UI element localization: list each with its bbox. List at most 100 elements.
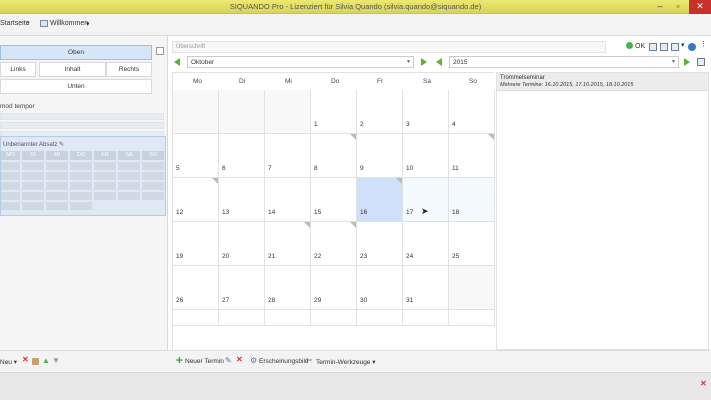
calendar-day-cell[interactable] — [173, 90, 219, 134]
prev-month-icon[interactable] — [174, 58, 180, 66]
layout-right-button[interactable]: Rechts — [106, 62, 152, 77]
calendar-day-cell[interactable] — [403, 310, 449, 326]
mini-day-cell[interactable] — [1, 192, 20, 200]
close-status-icon[interactable]: ✕ — [700, 379, 707, 388]
mini-day-cell[interactable] — [70, 202, 92, 210]
pencil-icon[interactable]: ✎ — [225, 356, 232, 365]
calendar-day-cell[interactable]: 3 — [403, 90, 449, 134]
mini-day-cell[interactable] — [1, 202, 20, 210]
calendar-day-cell[interactable]: 28 — [265, 266, 311, 310]
layout-top-button[interactable]: Oben — [0, 45, 152, 60]
paragraph-label[interactable]: mod tempor — [0, 103, 35, 110]
ok-button[interactable]: OK — [626, 42, 645, 50]
plus-icon[interactable]: ✚ — [176, 356, 183, 365]
calendar-day-cell[interactable]: 13 — [219, 178, 265, 222]
mini-day-cell[interactable] — [70, 172, 92, 180]
mini-day-cell[interactable] — [1, 162, 20, 170]
mini-day-cell[interactable] — [118, 162, 140, 170]
calendar-day-cell[interactable]: 26 — [173, 266, 219, 310]
calendar-day-cell[interactable] — [265, 310, 311, 326]
tools-icon[interactable]: ✂ — [306, 356, 313, 365]
move-down-icon[interactable]: ▼ — [52, 356, 60, 365]
mini-day-cell[interactable] — [46, 192, 68, 200]
calendar-day-cell[interactable]: 24 — [403, 222, 449, 266]
calendar-day-cell[interactable] — [311, 310, 357, 326]
calendar-day-cell[interactable]: 25 — [449, 222, 495, 266]
layout-left-button[interactable]: Links — [0, 62, 36, 77]
calendar-day-cell[interactable]: 20 — [219, 222, 265, 266]
tab-willkommen[interactable]: Willkommen — [50, 20, 88, 27]
calendar-day-cell[interactable] — [173, 310, 219, 326]
edit-icon[interactable] — [671, 43, 679, 51]
mini-day-cell[interactable] — [118, 172, 140, 180]
mini-day-cell[interactable] — [94, 162, 116, 170]
mini-day-cell[interactable] — [94, 172, 116, 180]
calendar-day-cell[interactable]: 19 — [173, 222, 219, 266]
mini-day-cell[interactable] — [46, 182, 68, 190]
calendar-day-cell[interactable] — [449, 310, 495, 326]
mini-day-cell[interactable] — [22, 172, 44, 180]
close-button[interactable]: ✕ — [689, 0, 711, 14]
mini-day-cell[interactable] — [22, 192, 44, 200]
appearance-button[interactable]: Erscheinungsbild — [259, 358, 309, 365]
calendar-day-cell[interactable] — [449, 266, 495, 310]
mini-day-cell[interactable] — [70, 192, 92, 200]
calendar-day-cell[interactable] — [219, 90, 265, 134]
appointment-entry[interactable]: Trommelseminar Mehrere Termine: 16.10.20… — [497, 73, 708, 91]
calendar-day-cell[interactable]: 8 — [311, 134, 357, 178]
calendar-day-cell[interactable]: 6 — [219, 134, 265, 178]
delete-appointment-icon[interactable]: ✕ — [236, 355, 243, 364]
chevron-down-icon[interactable]: ▾ — [681, 41, 685, 49]
chevron-down-icon[interactable]: ▾ — [86, 20, 90, 28]
mini-day-cell[interactable] — [94, 182, 116, 190]
mini-day-cell[interactable] — [142, 192, 164, 200]
calendar-day-cell[interactable]: 5 — [173, 134, 219, 178]
calendar-day-cell[interactable]: 22 — [311, 222, 357, 266]
calendar-day-cell[interactable]: 14 — [265, 178, 311, 222]
calendar-day-cell[interactable]: 12 — [173, 178, 219, 222]
mini-day-cell[interactable] — [46, 172, 68, 180]
minimize-button[interactable]: – — [651, 0, 669, 14]
mini-day-cell[interactable] — [46, 202, 68, 210]
calendar-day-cell[interactable]: 7 — [265, 134, 311, 178]
help-icon[interactable] — [688, 43, 696, 51]
calendar-day-cell[interactable]: 2 — [357, 90, 403, 134]
mini-day-cell[interactable] — [118, 182, 140, 190]
layout-bottom-button[interactable]: Unten — [0, 79, 152, 94]
mini-day-cell[interactable] — [118, 192, 140, 200]
preview-icon[interactable] — [660, 43, 668, 51]
new-appointment-button[interactable]: Neuer Termin — [185, 358, 224, 365]
mini-day-cell[interactable] — [70, 162, 92, 170]
calendar-day-cell[interactable]: 31 — [403, 266, 449, 310]
calendar-day-cell[interactable] — [265, 90, 311, 134]
calendar-settings-icon[interactable] — [697, 58, 705, 66]
next-month-icon[interactable] — [421, 58, 427, 66]
calendar-day-cell[interactable]: 4 — [449, 90, 495, 134]
move-up-icon[interactable]: ▲ — [42, 356, 50, 365]
calendar-day-cell[interactable]: 30 — [357, 266, 403, 310]
mini-day-cell[interactable] — [142, 162, 164, 170]
new-button[interactable]: Neu ▾ — [0, 358, 17, 366]
calendar-day-cell[interactable]: 11 — [449, 134, 495, 178]
appearance-icon[interactable]: ⚙ — [250, 356, 257, 365]
text-field-line[interactable] — [0, 122, 164, 129]
calendar-day-cell[interactable]: 21 — [265, 222, 311, 266]
calendar-day-cell[interactable]: 23 — [357, 222, 403, 266]
maximize-button[interactable]: ▫ — [669, 0, 687, 14]
year-select[interactable]: 2015 ▼ — [449, 56, 679, 68]
save-icon[interactable] — [649, 43, 657, 51]
calendar-day-cell[interactable] — [357, 310, 403, 326]
mini-day-cell[interactable] — [142, 182, 164, 190]
calendar-day-cell[interactable]: 10 — [403, 134, 449, 178]
prev-year-icon[interactable] — [436, 58, 442, 66]
mini-day-cell[interactable] — [46, 162, 68, 170]
mini-day-cell[interactable] — [22, 162, 44, 170]
mini-calendar-block[interactable]: Unbenannter Absatz ✎ MO DI MI DO FR SA S… — [0, 136, 166, 216]
delete-icon[interactable]: ✕ — [22, 355, 29, 364]
calendar-day-cell[interactable]: 15 — [311, 178, 357, 222]
mini-day-cell[interactable] — [94, 192, 116, 200]
panel-toggle-icon[interactable] — [156, 47, 164, 55]
calendar-day-cell[interactable]: 9 — [357, 134, 403, 178]
mini-day-cell[interactable] — [1, 182, 20, 190]
text-field-line[interactable] — [0, 113, 164, 120]
